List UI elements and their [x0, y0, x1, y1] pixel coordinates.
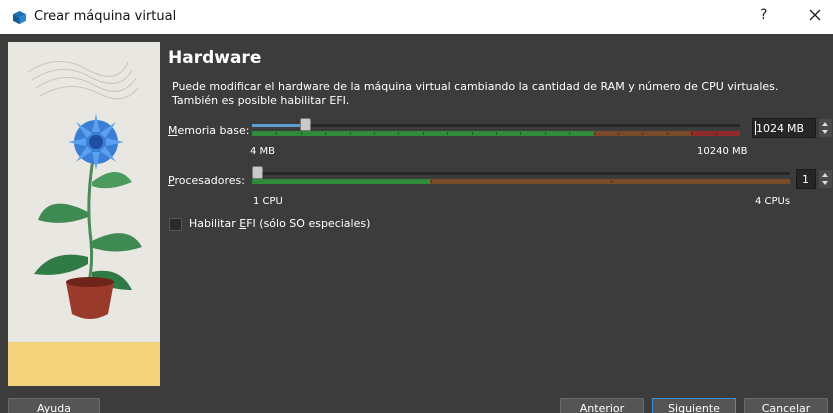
page-title: Hardware: [168, 48, 262, 68]
processors-min-label: 1 CPU: [253, 196, 283, 207]
slider-tick: [422, 132, 424, 135]
memory-min-label: 4 MB: [250, 146, 276, 157]
window-title: Crear máquina virtual: [34, 9, 177, 24]
description-line-1: Puede modificar el hardware de la máquin…: [172, 80, 779, 93]
processors-spinbox[interactable]: [796, 169, 816, 189]
slider-tick: [496, 132, 497, 135]
flower-pot-illustration: [8, 42, 160, 386]
stepper-up-icon[interactable]: [822, 173, 828, 177]
slider-tick: [300, 132, 302, 135]
stepper-up-icon[interactable]: [822, 122, 828, 126]
memory-slider-fill: [252, 124, 304, 127]
title-bar: Crear máquina virtual ?: [0, 0, 833, 34]
slider-tick: [715, 132, 717, 135]
efi-checkbox[interactable]: [169, 218, 182, 231]
processors-slider[interactable]: [252, 165, 790, 187]
memory-slider-track: [252, 124, 740, 127]
slider-tick: [544, 132, 546, 135]
processors-slider-track: [252, 172, 790, 175]
close-icon[interactable]: [804, 4, 826, 26]
slider-tick: [610, 180, 612, 183]
memory-input[interactable]: [753, 119, 789, 137]
memory-spinbox[interactable]: MB: [752, 118, 816, 138]
efi-checkbox-label[interactable]: Habilitar EFI (sólo SO especiales): [189, 217, 370, 230]
slider-tick: [593, 132, 595, 135]
page-description: Puede modificar el hardware de la máquin…: [172, 80, 812, 108]
memory-label: Memoria base:: [168, 124, 250, 137]
slider-tick: [666, 132, 668, 135]
help-button[interactable]: ?: [760, 7, 767, 23]
slider-tick: [349, 132, 351, 135]
back-button[interactable]: Anterior: [560, 398, 644, 413]
slider-tick: [374, 132, 375, 135]
slider-tick: [642, 132, 644, 135]
slider-tick: [569, 132, 571, 135]
slider-tick: [520, 132, 522, 135]
description-line-2: También es posible habilitar EFI.: [172, 94, 350, 107]
processors-slider-handle[interactable]: [252, 166, 263, 179]
stepper-down-icon[interactable]: [822, 130, 828, 134]
next-button[interactable]: Siguiente: [652, 398, 736, 413]
memory-slider[interactable]: [252, 117, 740, 139]
slider-tick: [618, 132, 619, 135]
processors-slider-ticks: [252, 179, 790, 184]
slider-tick: [325, 132, 327, 135]
memory-stepper[interactable]: [819, 119, 832, 137]
slider-tick: [276, 132, 278, 135]
processors-stepper[interactable]: [819, 170, 832, 188]
virtualbox-cube-icon: [12, 10, 27, 25]
memory-unit: MB: [787, 122, 805, 135]
slider-tick: [471, 132, 473, 135]
slider-tick: [431, 180, 433, 183]
slider-tick: [691, 132, 693, 135]
stepper-down-icon[interactable]: [822, 181, 828, 185]
memory-slider-handle[interactable]: [300, 118, 311, 131]
processors-input[interactable]: [797, 170, 815, 188]
processors-max-label: 4 CPUs: [755, 196, 791, 207]
slider-tick: [398, 132, 400, 135]
slider-tick: [447, 132, 449, 135]
memory-slider-ticks: [252, 131, 740, 136]
memory-max-label: 10240 MB: [697, 146, 748, 157]
cancel-button[interactable]: Cancelar: [744, 398, 828, 413]
processors-label: Procesadores:: [168, 174, 245, 187]
help-dialog-button[interactable]: Ayuda: [8, 398, 100, 413]
